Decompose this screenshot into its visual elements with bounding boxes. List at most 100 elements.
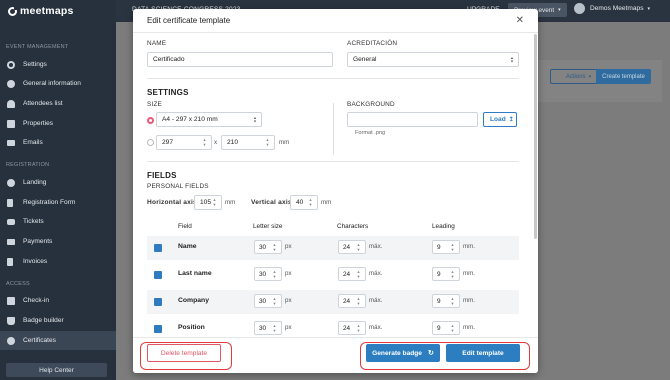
close-icon[interactable]: ✕ — [516, 15, 524, 26]
accreditation-select[interactable]: General — [347, 52, 519, 67]
leading-input[interactable]: 9 — [432, 240, 460, 254]
times-sign: x — [214, 139, 218, 146]
invoice-icon — [7, 257, 13, 266]
help-center-button[interactable]: Help Center — [6, 363, 107, 377]
leading-input[interactable]: 9 — [432, 267, 460, 281]
card-icon — [7, 238, 15, 245]
characters-input[interactable]: 24 — [338, 321, 366, 335]
properties-icon — [7, 119, 15, 128]
meetmaps-logo-icon — [8, 6, 17, 16]
load-button[interactable]: Load ↥ — [483, 112, 517, 127]
leading-input[interactable]: 9 — [432, 294, 460, 308]
sidebar-item-label: Check-in — [23, 297, 50, 304]
sidebar-item-label: Settings — [23, 61, 47, 68]
sidebar-item-label: Emails — [23, 139, 43, 146]
certificate-icon — [7, 336, 15, 345]
highlight-delete — [140, 342, 232, 370]
background-file-input[interactable] — [347, 112, 478, 127]
sidebar-item-invoices[interactable]: Invoices — [0, 252, 116, 271]
name-input[interactable]: Certificado — [147, 52, 333, 67]
letter-size-input[interactable]: 30 — [254, 267, 282, 281]
sidebar-item-general-information[interactable]: General information — [0, 74, 116, 93]
brand-logo[interactable]: meetmaps — [0, 0, 116, 22]
highlight-actions — [360, 342, 530, 370]
vertical-axis-value: 40 — [296, 199, 304, 206]
user-menu[interactable]: Demos Meetmaps ▾ — [574, 3, 650, 14]
characters-input[interactable]: 24 — [338, 240, 366, 254]
sidebar-item-check-in[interactable]: Check-in — [0, 291, 116, 310]
brand-name: meetmaps — [20, 5, 74, 17]
vertical-axis-unit: mm — [321, 199, 332, 206]
divider — [147, 161, 519, 162]
form-icon — [7, 198, 13, 207]
field-name: Position — [178, 324, 205, 331]
field-row-company: Company 30 px 24 máx. 9 mm. — [147, 290, 519, 314]
letter-size-unit: px — [285, 324, 292, 331]
field-checkbox[interactable] — [154, 325, 162, 333]
badge-icon — [7, 316, 15, 325]
horizontal-axis-label: Horizontal axis — [147, 199, 197, 206]
sidebar-item-label: Badge builder — [23, 317, 64, 324]
letter-size-unit: px — [285, 243, 292, 250]
avatar — [574, 3, 585, 14]
column-header-letter-size: Letter size — [253, 223, 283, 230]
horizontal-axis-input[interactable]: 105 — [194, 195, 222, 210]
sidebar-item-tickets[interactable]: Tickets — [0, 212, 116, 231]
section-access: ACCESS — [6, 281, 30, 287]
field-checkbox[interactable] — [154, 271, 162, 279]
letter-size-input[interactable]: 30 — [254, 321, 282, 335]
sidebar-item-settings[interactable]: Settings — [0, 55, 116, 74]
characters-unit: máx. — [369, 270, 383, 277]
modal-scrollbar[interactable] — [534, 34, 537, 239]
characters-input[interactable]: 24 — [338, 267, 366, 281]
vertical-divider — [333, 103, 334, 155]
sidebar-item-badge-builder[interactable]: Badge builder — [0, 311, 116, 330]
characters-unit: máx. — [369, 243, 383, 250]
leading-unit: mm. — [463, 243, 476, 250]
ticket-icon — [7, 218, 15, 225]
field-checkbox[interactable] — [154, 298, 162, 306]
leading-input[interactable]: 9 — [432, 321, 460, 335]
check-in-icon — [7, 296, 15, 305]
custom-width-input[interactable]: 297 — [156, 135, 212, 150]
sidebar-item-attendees-list[interactable]: Attendees list — [0, 94, 116, 113]
size-unit: mm — [279, 139, 290, 146]
section-event-management: EVENT MANAGEMENT — [6, 44, 69, 50]
characters-unit: máx. — [369, 297, 383, 304]
horizontal-axis-unit: mm — [225, 199, 236, 206]
sidebar-item-registration-form[interactable]: Registration Form — [0, 193, 116, 212]
field-name: Company — [178, 297, 209, 304]
size-preset-select[interactable]: A4 - 297 x 210 mm — [156, 112, 262, 127]
sidebar-item-landing[interactable]: Landing — [0, 173, 116, 192]
create-template-button[interactable]: Create template — [596, 69, 651, 84]
characters-input[interactable]: 24 — [338, 294, 366, 308]
custom-height-input[interactable]: 210 — [221, 135, 275, 150]
modal-title: Edit certificate template — [133, 9, 538, 33]
divider — [147, 78, 519, 79]
name-label: NAME — [147, 40, 167, 47]
globe-icon — [7, 178, 15, 187]
custom-size-radio[interactable] — [147, 139, 154, 146]
sidebar-item-payments[interactable]: Payments — [0, 232, 116, 251]
column-header-field: Field — [178, 223, 192, 230]
size-preset-radio[interactable] — [147, 117, 154, 124]
letter-size-input[interactable]: 30 — [254, 240, 282, 254]
section-registration: REGISTRATION — [6, 162, 50, 168]
load-label: Load — [490, 116, 506, 123]
sidebar-item-emails[interactable]: Emails — [0, 133, 116, 152]
size-preset-value: A4 - 297 x 210 mm — [162, 116, 218, 123]
sidebar-item-label: Attendees list — [23, 100, 63, 107]
user-name: Demos Meetmaps — [590, 5, 644, 12]
leading-unit: mm. — [463, 324, 476, 331]
accreditation-value: General — [353, 56, 377, 63]
letter-size-input[interactable]: 30 — [254, 294, 282, 308]
sidebar-item-properties[interactable]: Properties — [0, 114, 116, 133]
accreditation-label: ACREDITACIÓN — [347, 40, 398, 47]
background-label: BACKGROUND — [347, 101, 395, 108]
sidebar-item-label: General information — [23, 80, 81, 87]
sidebar: meetmaps EVENT MANAGEMENT Settings Gener… — [0, 0, 116, 380]
characters-unit: máx. — [369, 324, 383, 331]
sidebar-item-certificates[interactable]: Certificates — [0, 331, 116, 350]
field-checkbox[interactable] — [154, 244, 162, 252]
vertical-axis-input[interactable]: 40 — [290, 195, 318, 210]
